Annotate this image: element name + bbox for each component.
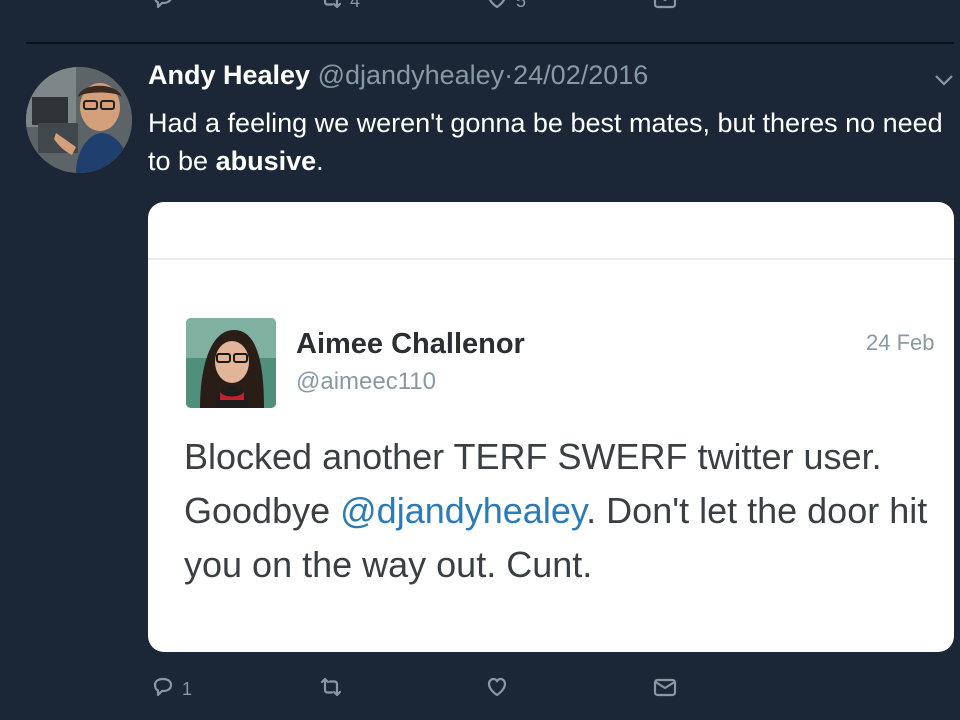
like-button[interactable] (484, 674, 510, 705)
embedded-tweet-text: Blocked another TERF SWERF twitter user.… (184, 430, 944, 592)
previous-like-button[interactable]: 5 (484, 0, 526, 17)
previous-reply-button[interactable] (150, 0, 176, 17)
retweet-button[interactable] (318, 674, 344, 705)
embedded-date: 24 Feb (866, 330, 935, 355)
tweet-menu-button[interactable] (932, 70, 956, 90)
reply-icon (150, 0, 176, 17)
reply-count: 1 (182, 679, 193, 699)
screenshot-divider (148, 258, 954, 260)
envelope-icon (652, 0, 678, 17)
previous-retweet-button[interactable]: 4 (318, 0, 360, 17)
avatar[interactable] (26, 67, 132, 173)
embedded-avatar (186, 318, 276, 408)
tweet-header: Andy Healey @djandyhealey·24/02/2016 (148, 60, 648, 91)
envelope-icon (652, 674, 678, 705)
heart-icon (484, 674, 510, 705)
chevron-down-icon (932, 75, 956, 94)
embedded-mention: @djandyhealey (340, 490, 587, 531)
author-name[interactable]: Andy Healey (148, 60, 310, 90)
header-separator: · (504, 60, 514, 90)
retweet-icon (318, 0, 344, 17)
tweet-text: Had a feeling we weren't gonna be best m… (148, 104, 948, 180)
reply-button[interactable]: 1 (150, 674, 192, 705)
embedded-author-handle: @aimeec110 (296, 368, 436, 395)
tweet-text-bold: abusive (215, 146, 317, 176)
tweet-actions: 1 (0, 672, 960, 706)
previous-tweet-actions: 4 5 (0, 0, 960, 16)
heart-icon (484, 0, 510, 17)
dm-button[interactable] (652, 674, 678, 705)
reply-icon (150, 674, 176, 705)
embedded-author-name: Aimee Challenor (296, 328, 525, 360)
previous-dm-button[interactable] (652, 0, 678, 17)
embedded-screenshot[interactable]: Aimee Challenor @aimeec110 24 Feb Blocke… (148, 202, 954, 652)
previous-like-count: 5 (516, 0, 527, 11)
retweet-icon (318, 674, 344, 705)
tweet-divider (26, 42, 954, 44)
tweet-text-part2: . (316, 146, 324, 176)
tweet-date[interactable]: 24/02/2016 (513, 60, 648, 90)
previous-retweet-count: 4 (350, 0, 361, 11)
author-handle[interactable]: @djandyhealey (318, 60, 505, 90)
